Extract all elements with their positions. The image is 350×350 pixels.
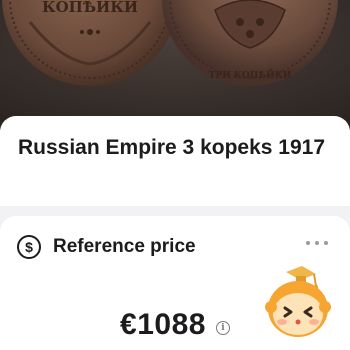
coin-detail-screen: КОПѢЙКИ ТРИ КОПѢЙКИ Russian Empire 3 kop… bbox=[0, 0, 350, 350]
reference-price-header: $ Reference price bbox=[17, 234, 196, 260]
graduate-mascot-icon[interactable] bbox=[258, 262, 338, 342]
reference-price-label: Reference price bbox=[53, 236, 196, 257]
coin-photo[interactable]: КОПѢЙКИ ТРИ КОПѢЙКИ bbox=[0, 0, 350, 130]
more-dots-icon[interactable] bbox=[306, 240, 328, 246]
reference-price-value: €1088 bbox=[120, 308, 206, 341]
dollar-circle-icon: $ bbox=[17, 235, 41, 259]
info-icon[interactable]: i bbox=[215, 321, 230, 335]
listing-title: Russian Empire 3 kopeks 1917 bbox=[18, 136, 325, 159]
listing-title-card: Russian Empire 3 kopeks 1917 bbox=[0, 116, 350, 206]
left-coin-text: КОПѢЙКИ bbox=[42, 0, 138, 16]
coins-image: КОПѢЙКИ ТРИ КОПѢЙКИ bbox=[0, 0, 350, 130]
